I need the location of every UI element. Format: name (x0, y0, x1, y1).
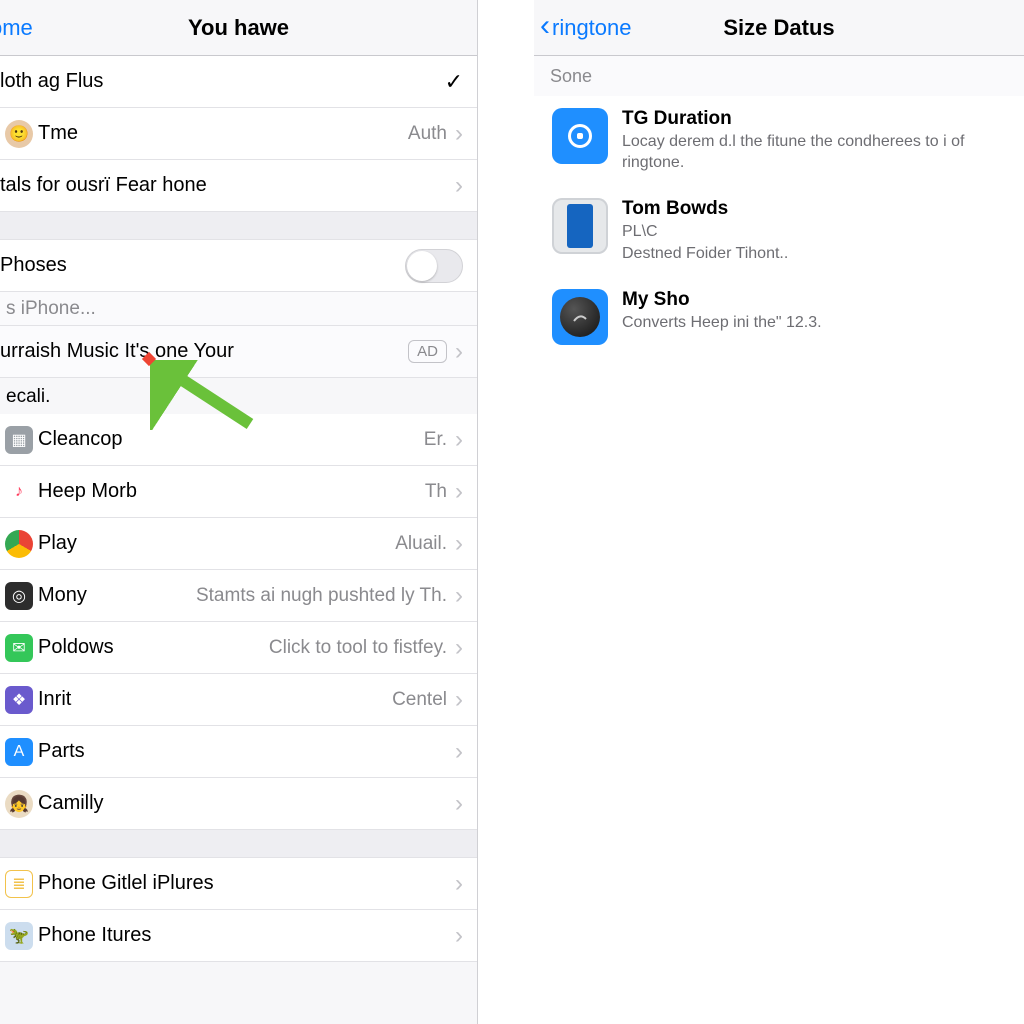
row-inrit[interactable]: ❖ Inrit Centel › (0, 674, 477, 726)
row-label: tals for ousrï Fear hone (0, 174, 447, 197)
chevron-right-icon: › (455, 790, 463, 818)
row-camilly[interactable]: 👧 Camilly › (0, 778, 477, 830)
chevron-right-icon: › (455, 120, 463, 148)
left-back-label: ome (0, 15, 33, 41)
group-title-ecali: ecali. (0, 378, 477, 414)
placeholder-text: s iPhone... (6, 298, 96, 320)
row-detail: Auth (408, 123, 447, 145)
chevron-right-icon: › (455, 922, 463, 950)
row-label: Inrit (38, 688, 392, 711)
row-parts[interactable]: A Parts › (0, 726, 477, 778)
checkmark-icon: ✓ (445, 69, 463, 95)
left-navbar: ‹ ome You hawe (0, 0, 477, 56)
row-phone-itures[interactable]: 🦖 Phone Itures › (0, 910, 477, 962)
row-loth-ag-flus[interactable]: loth ag Flus ✓ (0, 56, 477, 108)
app-icon: 🦖 (5, 922, 33, 950)
row-tme[interactable]: 🙂 Tme Auth › (0, 108, 477, 160)
app-icon: ▦ (5, 426, 33, 454)
row-label: Phone Gitlel iPlures (38, 872, 447, 895)
right-back-label: ringtone (552, 15, 632, 41)
item-title: Tom Bowds (622, 198, 788, 220)
row-label: Phoses (0, 254, 405, 277)
chrome-icon (5, 530, 33, 558)
app-icon (552, 289, 608, 345)
section-separator (0, 212, 477, 240)
row-label: Poldows (38, 636, 269, 659)
item-my-sho[interactable]: My Sho Converts Heep ini the" 12.3. (534, 277, 1024, 357)
chevron-right-icon: › (455, 530, 463, 558)
left-back-button[interactable]: ‹ ome (0, 15, 33, 41)
ad-badge: AD (408, 340, 447, 363)
row-detail: Th (425, 481, 447, 503)
app-icon: ❖ (5, 686, 33, 714)
phone-image-icon (552, 198, 608, 254)
chevron-left-icon: ‹ (540, 11, 550, 41)
chevron-right-icon: › (455, 738, 463, 766)
chevron-right-icon: › (455, 426, 463, 454)
row-detail: Stamts ai nugh pushted ly Th. (196, 585, 447, 607)
row-highlight-music[interactable]: urraish Music It's one Your AD › (0, 326, 477, 378)
toggle-switch[interactable] (405, 249, 463, 283)
right-back-button[interactable]: ‹ ringtone (534, 15, 632, 41)
chevron-right-icon: › (455, 582, 463, 610)
row-label: Phone Itures (38, 924, 447, 947)
chevron-right-icon: › (455, 172, 463, 200)
camera-icon: ◎ (5, 582, 33, 610)
chevron-right-icon: › (455, 634, 463, 662)
row-detail: Click to tool to fistfey. (269, 637, 447, 659)
row-poldows[interactable]: ✉ Poldows Click to tool to fistfey. › (0, 622, 477, 674)
row-heep-morb[interactable]: ♪ Heep Morb Th › (0, 466, 477, 518)
chevron-right-icon: › (455, 338, 463, 366)
row-play[interactable]: Play Aluail. › (0, 518, 477, 570)
avatar-icon: 👧 (5, 790, 33, 818)
row-detail: Aluail. (395, 533, 447, 555)
appstore-icon: A (5, 738, 33, 766)
right-navbar: ‹ ringtone Size Datus (534, 0, 1024, 56)
row-label: loth ag Flus (0, 70, 445, 93)
search-placeholder[interactable]: s iPhone... (0, 292, 477, 326)
row-cleancop[interactable]: ▦ Cleancop Er. › (0, 414, 477, 466)
chevron-right-icon: › (455, 686, 463, 714)
item-subtitle-2: Destned Foider Tihont.. (622, 244, 788, 265)
row-detail: Centel (392, 689, 447, 711)
section-separator (0, 830, 477, 858)
row-detail: Er. (424, 429, 447, 451)
messages-icon: ✉ (5, 634, 33, 662)
left-nav-title: You hawe (0, 15, 477, 41)
section-header-sone: Sone (534, 56, 1024, 96)
music-icon: ♪ (5, 478, 33, 506)
row-label: Mony (38, 584, 196, 607)
row-label: Play (38, 532, 395, 555)
item-tom-bowds[interactable]: Tom Bowds PL\C Destned Foider Tihont.. (534, 186, 1024, 278)
app-icon (552, 108, 608, 164)
row-phoses-toggle[interactable]: Phoses (0, 240, 477, 292)
row-label: Parts (38, 740, 447, 763)
row-label: Tme (38, 122, 408, 145)
chevron-right-icon: › (455, 870, 463, 898)
item-title: TG Duration (622, 108, 1006, 130)
row-tals-fear-hone[interactable]: tals for ousrï Fear hone › (0, 160, 477, 212)
avatar-icon: 🙂 (5, 120, 33, 148)
pane-divider (478, 0, 534, 1024)
notes-icon: ≣ (5, 870, 33, 898)
row-label: urraish Music It's one Your (0, 340, 408, 363)
chevron-right-icon: › (455, 478, 463, 506)
item-tg-duration[interactable]: TG Duration Locay derem d.l the fitune t… (534, 96, 1024, 186)
row-phone-gitlel-iplures[interactable]: ≣ Phone Gitlel iPlures › (0, 858, 477, 910)
item-title: My Sho (622, 289, 822, 311)
item-subtitle: PL\C (622, 222, 788, 243)
row-mony[interactable]: ◎ Mony Stamts ai nugh pushted ly Th. › (0, 570, 477, 622)
item-subtitle: Locay derem d.l the fitune the condheree… (622, 132, 1006, 174)
row-label: Cleancop (38, 428, 424, 451)
row-label: Heep Morb (38, 480, 425, 503)
row-label: Camilly (38, 792, 447, 815)
item-subtitle: Converts Heep ini the" 12.3. (622, 313, 822, 334)
